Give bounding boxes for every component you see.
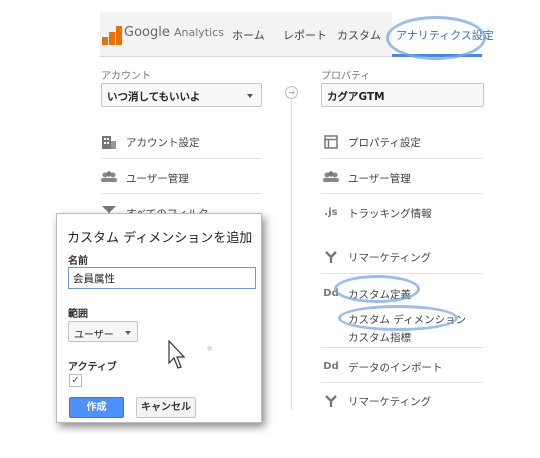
- highlight-oval-custom-definitions: [334, 275, 420, 303]
- name-label: 名前: [68, 256, 88, 267]
- remarketing-label: リマーケティング: [348, 252, 432, 264]
- divider: [321, 158, 483, 159]
- account-select[interactable]: いつ消してもいいよ: [101, 83, 262, 107]
- data-import-label: データのインポート: [348, 362, 443, 374]
- scope-label: 範囲: [68, 309, 88, 320]
- remarketing-icon: [323, 250, 339, 264]
- users-icon: [323, 171, 339, 185]
- scope-select-value: ユーザー: [74, 330, 114, 341]
- chevron-down-icon: [247, 94, 253, 98]
- remarketing-label-2: リマーケティング: [348, 396, 432, 408]
- divider: [321, 273, 483, 274]
- arrow-right-icon: →: [285, 86, 298, 99]
- decorative-dot: [207, 346, 212, 351]
- data-import-icon: Dd: [323, 361, 339, 372]
- highlight-oval-custom-dimensions: [338, 305, 458, 331]
- google-analytics-logo-icon: [102, 25, 122, 45]
- divider: [101, 193, 261, 194]
- divider: [101, 158, 261, 159]
- property-select[interactable]: カグアGTM: [321, 83, 484, 107]
- chevron-down-icon: [125, 331, 131, 335]
- tracking-info-label: トラッキング情報: [348, 208, 432, 220]
- js-icon: .js: [324, 207, 338, 218]
- nav-reports[interactable]: レポート: [283, 27, 327, 43]
- mouse-cursor-icon: [168, 340, 186, 369]
- building-icon: [101, 135, 117, 149]
- property-icon: [323, 135, 339, 149]
- create-button[interactable]: 作成: [69, 397, 124, 418]
- account-select-value: いつ消してもいいよ: [107, 91, 201, 103]
- column-divider: [291, 100, 292, 410]
- brand-google: Google: [124, 25, 170, 40]
- divider: [321, 382, 483, 383]
- users-icon: [101, 171, 117, 185]
- brand-analytics: Analytics: [173, 26, 224, 39]
- dialog-title: カスタム ディメンションを追加: [67, 231, 253, 246]
- divider: [321, 193, 483, 194]
- account-settings-label: アカウント設定: [126, 137, 200, 149]
- divider: [321, 347, 483, 348]
- property-user-management-label: ユーザー管理: [348, 173, 411, 185]
- property-settings-label: プロパティ設定: [348, 137, 421, 149]
- highlight-oval-admin: [386, 16, 486, 60]
- name-input[interactable]: [68, 267, 256, 289]
- cancel-button[interactable]: キャンセル: [136, 397, 196, 418]
- nav-custom[interactable]: カスタム: [337, 27, 381, 43]
- remarketing-icon: [323, 394, 339, 408]
- property-column-label: プロパティ: [321, 71, 371, 82]
- scope-select[interactable]: ユーザー: [68, 321, 138, 342]
- property-select-value: カグアGTM: [327, 91, 385, 103]
- active-label: アクティブ: [68, 362, 117, 373]
- brand-name: Google Analytics: [124, 25, 224, 40]
- account-user-management-label: ユーザー管理: [126, 173, 189, 185]
- account-column-label: アカウント: [101, 71, 151, 82]
- custom-metrics-link[interactable]: カスタム指標: [348, 330, 411, 345]
- active-checkbox[interactable]: ✓: [69, 374, 82, 387]
- nav-home[interactable]: ホーム: [232, 27, 265, 43]
- add-custom-dimension-dialog: カスタム ディメンションを追加 名前 範囲 ユーザー アクティブ ✓ 作成 キャ…: [56, 213, 262, 423]
